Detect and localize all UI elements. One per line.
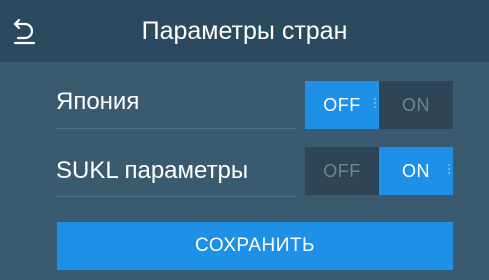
setting-label-sukl: SUKL параметры — [56, 157, 249, 184]
toggle-sukl[interactable]: OFF ON — [305, 147, 453, 195]
setting-label-japan: Япония — [56, 88, 140, 115]
toggle-grip-icon — [374, 98, 377, 112]
toggle-on-option[interactable]: ON — [379, 81, 453, 129]
toggle-off-option[interactable]: OFF — [305, 147, 379, 195]
save-button[interactable]: СОХРАНИТЬ — [57, 222, 453, 270]
divider — [56, 128, 296, 129]
page-title: Параметры стран — [141, 17, 348, 45]
toggle-on-option[interactable]: ON — [379, 147, 453, 195]
toggle-off-option[interactable]: OFF — [305, 81, 379, 129]
divider — [56, 196, 296, 197]
header-bar: Параметры стран — [0, 0, 489, 62]
toggle-japan[interactable]: OFF ON — [305, 81, 453, 129]
toggle-grip-icon — [448, 164, 451, 178]
